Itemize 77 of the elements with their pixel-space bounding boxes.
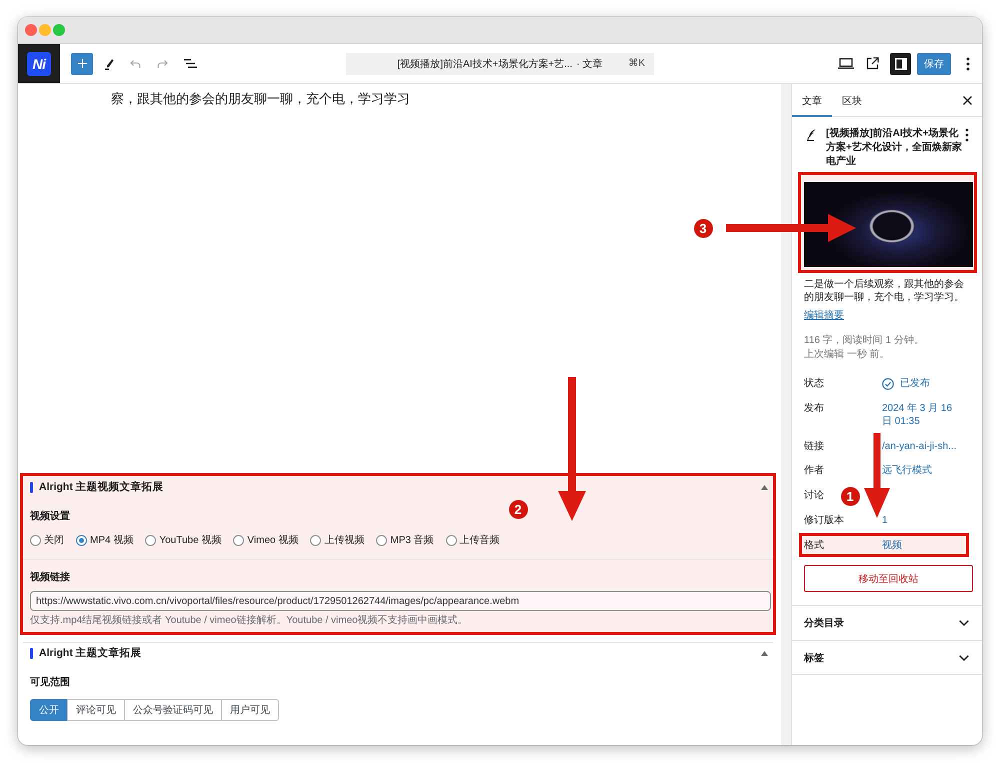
chevron-down-icon[interactable] (959, 654, 969, 661)
move-to-trash-button[interactable]: 移动至回收站 (804, 565, 973, 592)
segment-button[interactable]: 公众号验证码可见 (124, 699, 222, 721)
close-icon[interactable] (963, 96, 972, 104)
chevron-down-icon[interactable] (959, 620, 969, 626)
segment-button[interactable]: 评论可见 (67, 699, 125, 721)
photo-placeholder[interactable] (804, 182, 973, 267)
post-type-label: · 文章 (576, 58, 603, 70)
edit-excerpt-link[interactable]: 编辑摘要 (804, 309, 844, 322)
logo-button[interactable]: Ni (18, 44, 60, 83)
field-label: 可见范围 (30, 676, 70, 690)
radio-button[interactable] (310, 535, 322, 546)
setting-label: 发布 (804, 402, 824, 415)
field-label: 视频链接 (30, 571, 70, 585)
meta-box-title: Alright 主题视频文章拓展 (39, 480, 164, 494)
radio-button[interactable] (76, 535, 87, 546)
document-title: [视频播放]前沿AI技术+场景化方案+艺... (397, 58, 572, 70)
brush-icon[interactable] (104, 58, 114, 70)
meta-box-title: Alright 主题文章拓展 (39, 646, 142, 660)
radio-button[interactable] (30, 535, 41, 546)
setting-label: 修订版本 (804, 514, 844, 527)
radio-button[interactable] (446, 535, 457, 546)
setting-value[interactable]: /an-yan-ai-ji-sh... (882, 440, 956, 452)
more-options-icon[interactable] (965, 128, 969, 142)
quill-icon (807, 129, 816, 141)
sidebar-icon (894, 58, 906, 70)
setting-value[interactable]: 1 (882, 514, 888, 527)
segment-button[interactable]: 用户可见 (221, 699, 279, 721)
keyboard-shortcut: ⌘K (628, 58, 645, 69)
sidebar-tab[interactable]: 区块 (832, 84, 872, 117)
field-label: 视频设置 (30, 510, 70, 524)
title-accent-bar (30, 648, 33, 658)
setting-value[interactable]: 2024 年 3 月 16 日 01:35 (882, 402, 954, 428)
word-count-text: 116 字，阅读时间 1 分钟。 (804, 334, 924, 348)
radio-button[interactable] (233, 535, 244, 546)
laptop-icon[interactable] (838, 58, 854, 69)
post-title: [视频播放]前沿AI技术+场景化方案+艺术化设计，全面焕新家电产业 (826, 127, 963, 169)
setting-value[interactable]: 视频 (882, 538, 902, 552)
setting-value[interactable]: 远飞行模式 (882, 464, 932, 478)
sidebar-toggle-button[interactable] (890, 52, 911, 74)
caret-up-icon[interactable] (761, 650, 768, 656)
save-button[interactable]: 保存 (917, 52, 951, 74)
scrollbar[interactable] (781, 84, 791, 745)
setting-label: 链接 (804, 440, 824, 452)
setting-label: 作者 (804, 464, 824, 478)
radio-label[interactable]: Vimeo 视频 (247, 534, 298, 547)
panel-toggle-button[interactable]: 标签 (792, 640, 982, 676)
window-close-button[interactable] (25, 24, 37, 36)
radio-label[interactable]: MP3 音频 (390, 534, 434, 547)
radio-label[interactable]: 上传音频 (460, 534, 500, 547)
more-options-icon[interactable] (966, 56, 970, 70)
caret-up-icon[interactable] (761, 484, 768, 490)
segment-button[interactable]: 公开 (30, 699, 68, 721)
post-excerpt: 二是做一个后续观察，跟其他的参会的朋友聊一聊，充个电，学习学习。 (804, 278, 965, 304)
setting-label: 状态 (804, 377, 824, 390)
setting-label: 格式 (804, 538, 824, 552)
setting-value[interactable]: 已发布 (900, 377, 930, 390)
radio-label[interactable]: MP4 视频 (90, 534, 134, 547)
radio-button[interactable] (376, 535, 388, 546)
list-view-icon[interactable] (184, 59, 197, 68)
external-link-icon[interactable] (866, 57, 879, 70)
command-bar[interactable]: [视频播放]前沿AI技术+场景化方案+艺... · 文章 ⌘K (346, 52, 654, 74)
setting-label: 讨论 (804, 489, 824, 502)
url-input-field[interactable]: https://wwwstatic.vivo.com.cn/vivoportal/files/resource/product/1729501262744/images/pc/appearance.webm (30, 591, 771, 611)
last-edited-text: 上次编辑 一秒 前。 (804, 348, 890, 362)
help-text: 仅支持.mp4结尾视频链接或者 Youtube / vimeo链接解析。Youtube / vimeo视频不支持画中画模式。 (30, 615, 468, 627)
radio-button[interactable] (145, 535, 156, 546)
title-accent-bar (30, 482, 33, 492)
plus-icon (78, 59, 86, 68)
radio-label[interactable]: YouTube 视频 (159, 534, 222, 547)
add-block-button[interactable] (71, 52, 93, 74)
check-circle-icon (882, 378, 894, 390)
radio-label[interactable]: 上传视频 (324, 534, 364, 547)
paragraph-text: 察，跟其他的参会的朋友聊一聊，充个电，学习学习 (111, 90, 410, 108)
sidebar-tab[interactable]: 文章 (792, 84, 832, 117)
panel-toggle-button[interactable]: 分类目录 (792, 605, 982, 640)
radio-label[interactable]: 关闭 (44, 534, 64, 547)
